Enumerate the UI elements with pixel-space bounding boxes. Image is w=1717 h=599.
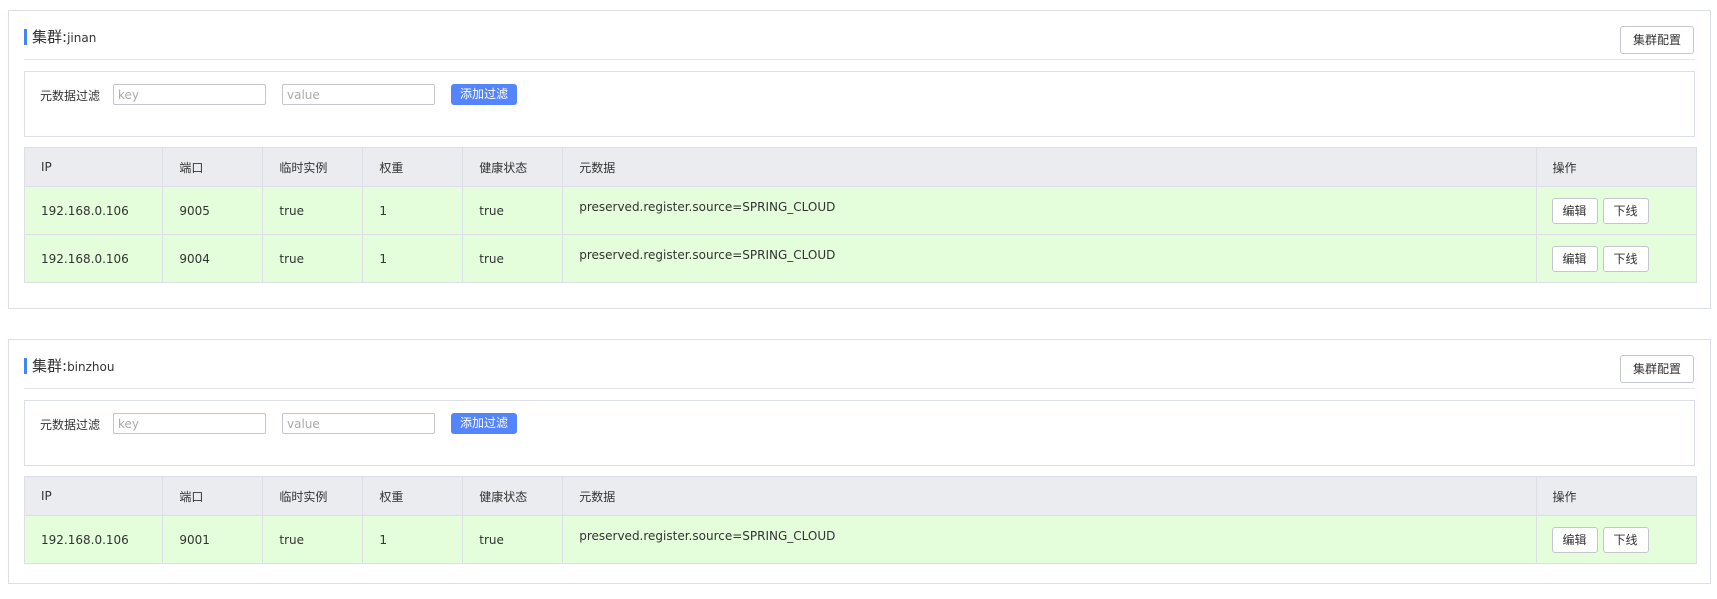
- cluster-name: binzhou: [67, 360, 115, 374]
- operations-cell: 编辑 下线: [1536, 515, 1697, 564]
- filter-value-input[interactable]: [282, 84, 435, 105]
- table-row: 192.168.0.106 9001 true 1 true preserved.regi…: [24, 515, 1697, 564]
- column-header: 元数据: [562, 147, 1537, 187]
- cluster-card: 集群:jinan 集群配置 元数据过滤 添加过滤 IP端口临时实例权重健康状态元…: [8, 10, 1711, 309]
- column-header: 健康状态: [462, 147, 564, 187]
- metadata-filter-label: 元数据过滤: [40, 89, 101, 103]
- metadata-filter-label: 元数据过滤: [40, 418, 101, 432]
- column-header: 健康状态: [462, 476, 564, 516]
- ip-cell: 192.168.0.106: [24, 234, 164, 283]
- edit-button[interactable]: 编辑: [1551, 526, 1598, 553]
- add-filter-button[interactable]: 添加过滤: [451, 84, 517, 105]
- title-accent-bar: [24, 29, 27, 45]
- cluster-title: 集群:jinan: [32, 28, 96, 47]
- cluster-title: 集群:binzhou: [32, 357, 114, 376]
- cluster-config-button[interactable]: 集群配置: [1620, 26, 1694, 54]
- filter-key-input[interactable]: [113, 413, 266, 434]
- weight-cell: 1: [362, 234, 464, 283]
- health-status-cell: true: [462, 186, 564, 235]
- edit-button[interactable]: 编辑: [1551, 197, 1598, 224]
- column-header: 端口: [162, 476, 264, 516]
- instance-table: IP 端口 临时实例 权重 健康状态 元数据 操作 192.168.0.106 9001 tru…: [24, 476, 1697, 564]
- filter-value-input[interactable]: [282, 413, 435, 434]
- metadata-filter-panel: 元数据过滤 添加过滤: [24, 71, 1695, 137]
- table-row: 192.168.0.106 9004 true 1 true preserved.regi…: [24, 234, 1697, 283]
- ephemeral-cell: true: [262, 515, 364, 564]
- table-row: 192.168.0.106 9005 true 1 true preserved.regi…: [24, 186, 1697, 235]
- ip-cell: 192.168.0.106: [24, 515, 164, 564]
- cluster-title-prefix: 集群:: [32, 357, 68, 375]
- weight-cell: 1: [362, 515, 464, 564]
- edit-button[interactable]: 编辑: [1551, 245, 1598, 272]
- column-header: 操作: [1536, 147, 1697, 187]
- port-cell: 9005: [162, 186, 264, 235]
- weight-cell: 1: [362, 186, 464, 235]
- column-header: 元数据: [562, 476, 1537, 516]
- port-cell: 9001: [162, 515, 264, 564]
- ip-cell: 192.168.0.106: [24, 186, 164, 235]
- column-header: 端口: [162, 147, 264, 187]
- column-header: 操作: [1536, 476, 1697, 516]
- cluster-config-button[interactable]: 集群配置: [1620, 355, 1694, 383]
- metadata-cell: preserved.register.source=SPRING_CLOUD: [562, 234, 1537, 283]
- column-header: IP: [24, 147, 164, 187]
- column-header: 权重: [362, 147, 464, 187]
- table-header-row: IP 端口 临时实例 权重 健康状态 元数据 操作: [24, 476, 1697, 516]
- cluster-card: 集群:binzhou 集群配置 元数据过滤 添加过滤 IP端口临时实例权重健康状…: [8, 339, 1711, 584]
- cluster-list: 集群:jinan 集群配置 元数据过滤 添加过滤 IP端口临时实例权重健康状态元…: [0, 0, 1717, 599]
- health-status-cell: true: [462, 234, 564, 283]
- add-filter-button[interactable]: 添加过滤: [451, 413, 517, 434]
- ephemeral-cell: true: [262, 234, 364, 283]
- filter-key-input[interactable]: [113, 84, 266, 105]
- instance-table: IP 端口 临时实例 权重 健康状态 元数据 操作 192.168.0.106 9005 tru…: [24, 147, 1697, 283]
- column-header: 临时实例: [262, 147, 364, 187]
- operations-cell: 编辑 下线: [1536, 186, 1697, 235]
- operations-cell: 编辑 下线: [1536, 234, 1697, 283]
- offline-button[interactable]: 下线: [1602, 197, 1649, 224]
- offline-button[interactable]: 下线: [1602, 526, 1649, 553]
- metadata-cell: preserved.register.source=SPRING_CLOUD: [562, 186, 1537, 235]
- cluster-name: jinan: [67, 31, 97, 45]
- column-header: IP: [24, 476, 164, 516]
- port-cell: 9004: [162, 234, 264, 283]
- cluster-header: 集群:jinan 集群配置: [24, 11, 1695, 60]
- ephemeral-cell: true: [262, 186, 364, 235]
- offline-button[interactable]: 下线: [1602, 245, 1649, 272]
- cluster-title-prefix: 集群:: [32, 28, 68, 46]
- health-status-cell: true: [462, 515, 564, 564]
- table-header-row: IP 端口 临时实例 权重 健康状态 元数据 操作: [24, 147, 1697, 187]
- title-accent-bar: [24, 358, 27, 374]
- metadata-cell: preserved.register.source=SPRING_CLOUD: [562, 515, 1537, 564]
- column-header: 权重: [362, 476, 464, 516]
- cluster-header: 集群:binzhou 集群配置: [24, 340, 1695, 389]
- column-header: 临时实例: [262, 476, 364, 516]
- metadata-filter-panel: 元数据过滤 添加过滤: [24, 400, 1695, 466]
